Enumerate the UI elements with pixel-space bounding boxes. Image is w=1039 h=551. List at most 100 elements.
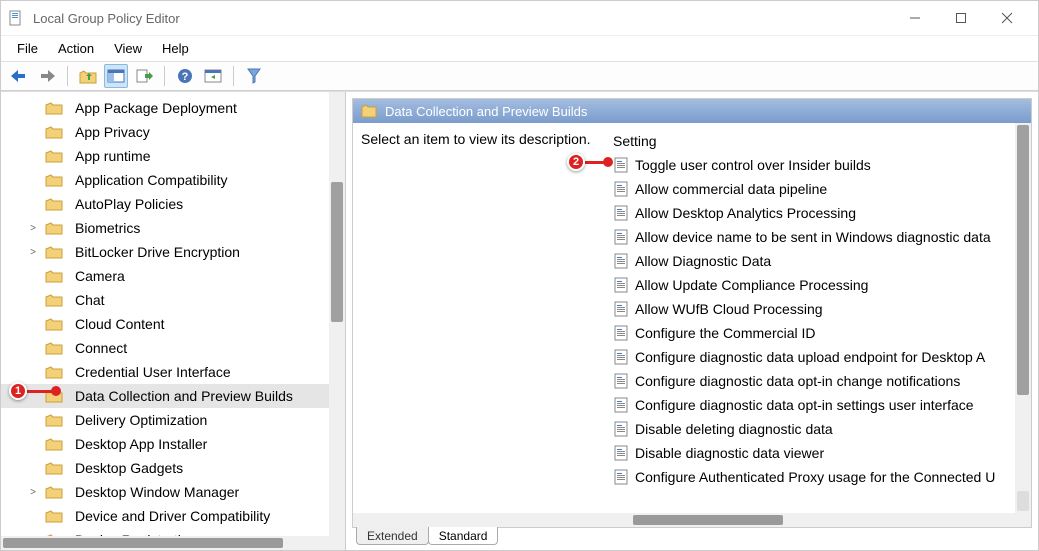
setting-item[interactable]: Configure the Commercial ID xyxy=(609,321,1031,345)
tree-scroll-thumb[interactable] xyxy=(331,182,343,322)
menu-help[interactable]: Help xyxy=(152,38,199,59)
setting-item[interactable]: Disable diagnostic data viewer xyxy=(609,441,1031,465)
setting-label: Disable deleting diagnostic data xyxy=(635,421,833,437)
tree-item[interactable]: >BitLocker Drive Encryption xyxy=(1,240,345,264)
description-column: Select an item to view its description. xyxy=(361,131,609,527)
right-panel: Data Collection and Preview Builds Selec… xyxy=(346,92,1038,550)
policy-icon xyxy=(613,157,635,173)
tree-item[interactable]: Chat xyxy=(1,288,345,312)
callout-1: 1 xyxy=(9,382,27,400)
setting-item[interactable]: Configure Authenticated Proxy usage for … xyxy=(609,465,1031,489)
maximize-button[interactable] xyxy=(938,3,984,33)
callout-2-dot xyxy=(603,157,613,167)
setting-item[interactable]: Allow Desktop Analytics Processing xyxy=(609,201,1031,225)
tree-item-label: Cloud Content xyxy=(75,316,165,332)
folder-icon xyxy=(45,245,69,259)
setting-label: Configure diagnostic data upload endpoin… xyxy=(635,349,985,365)
filter-button[interactable] xyxy=(242,64,266,88)
tree-item[interactable]: Desktop Gadgets xyxy=(1,456,345,480)
setting-label: Disable diagnostic data viewer xyxy=(635,445,824,461)
menu-view[interactable]: View xyxy=(104,38,152,59)
tab-standard[interactable]: Standard xyxy=(428,527,499,545)
tabs-row: Extended Standard xyxy=(352,528,1032,550)
show-hide-tree-button[interactable] xyxy=(104,64,128,88)
setting-label: Allow Desktop Analytics Processing xyxy=(635,205,856,221)
policy-icon xyxy=(613,181,635,197)
policy-icon xyxy=(613,205,635,221)
folder-icon xyxy=(45,317,69,331)
setting-item[interactable]: Configure diagnostic data upload endpoin… xyxy=(609,345,1031,369)
setting-label: Allow Update Compliance Processing xyxy=(635,277,868,293)
folder-icon xyxy=(361,104,377,118)
details-body: Select an item to view its description. … xyxy=(353,123,1031,527)
toolbar: ? xyxy=(1,61,1038,91)
tab-extended[interactable]: Extended xyxy=(356,527,429,545)
policy-icon xyxy=(613,301,635,317)
setting-item[interactable]: Allow Update Compliance Processing xyxy=(609,273,1031,297)
tree-item[interactable]: Desktop App Installer xyxy=(1,432,345,456)
setting-item[interactable]: Configure diagnostic data opt-in change … xyxy=(609,369,1031,393)
menu-action[interactable]: Action xyxy=(48,38,104,59)
tree-item-label: Data Collection and Preview Builds xyxy=(75,388,293,404)
tree-item-label: Camera xyxy=(75,268,125,284)
tree-item[interactable]: Application Compatibility xyxy=(1,168,345,192)
expand-icon[interactable]: > xyxy=(27,487,39,498)
setting-item[interactable]: Allow Diagnostic Data xyxy=(609,249,1031,273)
tree-item[interactable]: Delivery Optimization xyxy=(1,408,345,432)
tree-item[interactable]: Credential User Interface xyxy=(1,360,345,384)
folder-icon xyxy=(45,221,69,235)
tree-item[interactable]: Connect xyxy=(1,336,345,360)
app-icon xyxy=(9,10,25,26)
policy-icon xyxy=(613,325,635,341)
tree-item[interactable]: App Package Deployment xyxy=(1,96,345,120)
close-button[interactable] xyxy=(984,3,1030,33)
tree-item[interactable]: > Desktop Window Manager xyxy=(1,480,345,504)
setting-label: Allow commercial data pipeline xyxy=(635,181,827,197)
setting-item[interactable]: Allow device name to be sent in Windows … xyxy=(609,225,1031,249)
settings-column-header[interactable]: Setting xyxy=(609,131,1031,153)
tree-item-label: App Privacy xyxy=(75,124,150,140)
tree-item-label: Desktop App Installer xyxy=(75,436,207,452)
details-hscroll-thumb[interactable] xyxy=(633,515,783,525)
expand-icon[interactable]: > xyxy=(27,247,39,258)
details-vert-scrollbar[interactable] xyxy=(1015,123,1031,527)
tree-item[interactable]: Camera xyxy=(1,264,345,288)
policy-icon xyxy=(613,277,635,293)
tree-item-label: Desktop Window Manager xyxy=(75,484,239,500)
help-button[interactable]: ? xyxy=(173,64,197,88)
tree-horiz-scrollbar[interactable] xyxy=(1,536,346,550)
setting-label: Allow device name to be sent in Windows … xyxy=(635,229,991,245)
setting-item[interactable]: Configure diagnostic data opt-in setting… xyxy=(609,393,1031,417)
forward-button[interactable] xyxy=(35,64,59,88)
policy-icon xyxy=(613,445,635,461)
setting-label: Configure the Commercial ID xyxy=(635,325,816,341)
folder-icon xyxy=(45,341,69,355)
show-hide-action-pane-button[interactable] xyxy=(201,64,225,88)
setting-item[interactable]: Toggle user control over Insider builds xyxy=(609,153,1031,177)
tree-item[interactable]: Cloud Content xyxy=(1,312,345,336)
folder-icon xyxy=(45,197,69,211)
up-folder-button[interactable] xyxy=(76,64,100,88)
setting-item[interactable]: Disable deleting diagnostic data xyxy=(609,417,1031,441)
tree-item[interactable]: Device and Driver Compatibility xyxy=(1,504,345,528)
tree-hscroll-thumb[interactable] xyxy=(3,538,283,548)
menu-file[interactable]: File xyxy=(7,38,48,59)
settings-list-column: Setting Toggle user control over Insider… xyxy=(609,131,1031,527)
details-vscroll-down[interactable] xyxy=(1017,491,1029,511)
tree-item-label: Connect xyxy=(75,340,127,356)
tree-item[interactable]: App runtime xyxy=(1,144,345,168)
details-header-title: Data Collection and Preview Builds xyxy=(385,104,587,119)
minimize-button[interactable] xyxy=(892,3,938,33)
setting-item[interactable]: Allow WUfB Cloud Processing xyxy=(609,297,1031,321)
details-horiz-scrollbar[interactable] xyxy=(353,513,1015,527)
back-button[interactable] xyxy=(7,64,31,88)
export-button[interactable] xyxy=(132,64,156,88)
tree-item[interactable]: AutoPlay Policies xyxy=(1,192,345,216)
tree-vert-scrollbar[interactable] xyxy=(329,92,345,550)
tree-item-label: App Package Deployment xyxy=(75,100,237,116)
details-vscroll-thumb[interactable] xyxy=(1017,125,1029,395)
setting-item[interactable]: Allow commercial data pipeline xyxy=(609,177,1031,201)
tree-item[interactable]: App Privacy xyxy=(1,120,345,144)
expand-icon[interactable]: > xyxy=(27,223,39,234)
tree-item[interactable]: >Biometrics xyxy=(1,216,345,240)
